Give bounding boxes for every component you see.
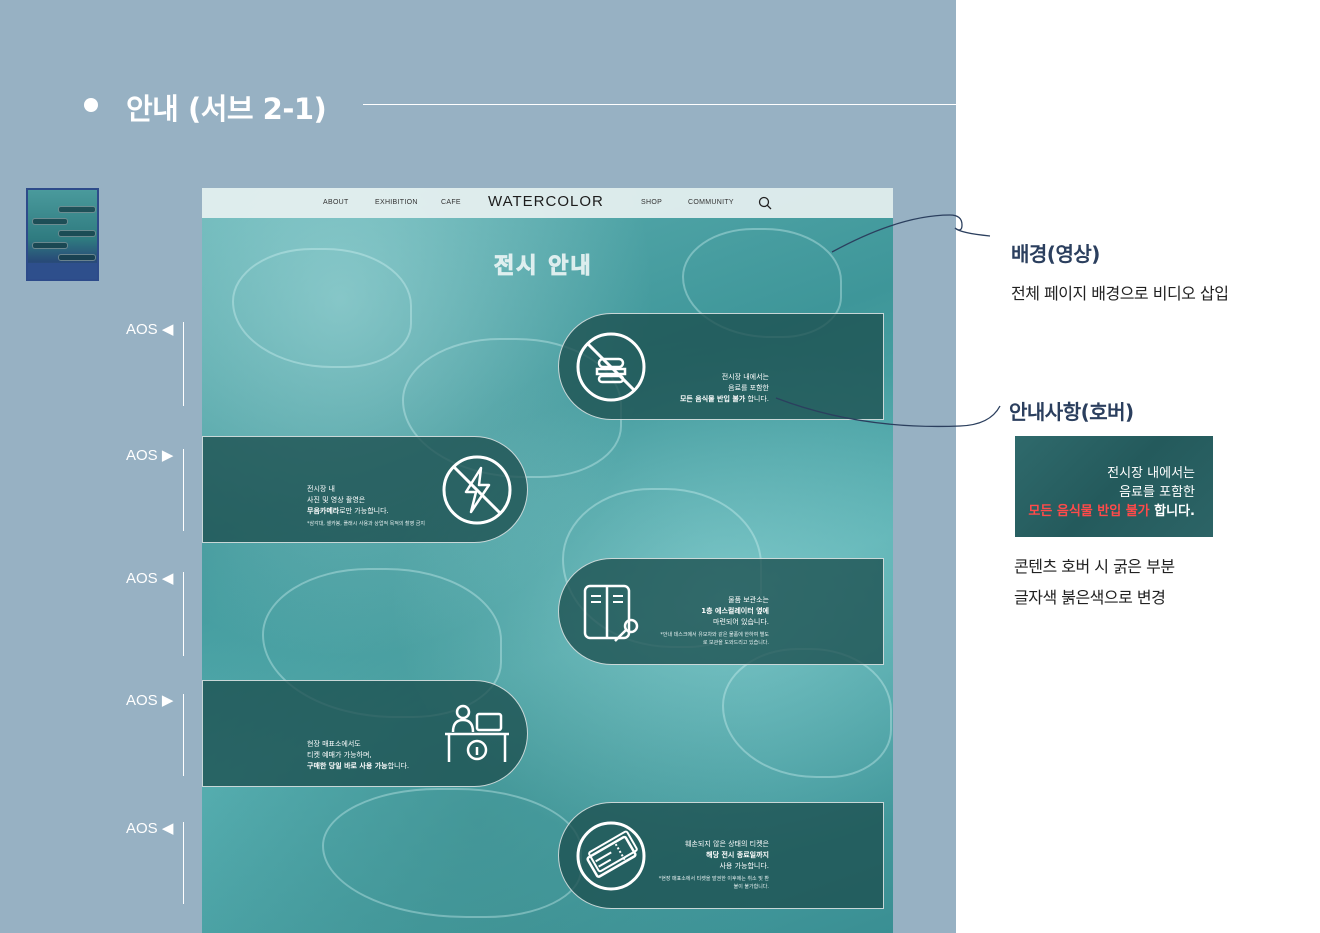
- nav-community[interactable]: COMMUNITY: [688, 199, 734, 206]
- nav-bar: ABOUT EXHIBITION CAFE WATERCOLOR SHOP CO…: [202, 188, 893, 218]
- section-bullet: [84, 98, 98, 112]
- card1-tail: 합니다.: [745, 395, 769, 403]
- page-mockup: ABOUT EXHIBITION CAFE WATERCOLOR SHOP CO…: [202, 188, 893, 933]
- info-card-no-flash[interactable]: 전시장 내 사진 및 영상 촬영은 무음카메라로만 가능합니다. *삼각대, 셀…: [202, 436, 528, 543]
- card4-tail: 합니다.: [387, 762, 410, 770]
- aos-line-4: [183, 694, 184, 776]
- info-card-locker[interactable]: 물품 보관소는 1층 에스컬레이터 옆에 마련되어 있습니다. *안내 데스크에…: [558, 558, 884, 665]
- aos-label-4: AOS ▶: [126, 692, 174, 709]
- nav-cafe[interactable]: CAFE: [441, 199, 461, 206]
- aos-label-5: AOS ◀: [126, 820, 174, 837]
- aos-line-5: [183, 822, 184, 904]
- card2-note: *삼각대, 셀카봉, 플래시 사용과 상업적 목적의 촬영 금지: [307, 521, 426, 527]
- info-card-ticket-office[interactable]: 현장 매표소에서도 티켓 예매가 가능하며, 구매한 당일 바로 사용 가능합니…: [202, 680, 528, 787]
- ticket-office-icon: [445, 704, 509, 762]
- card4-line1: 현장 매표소에서도: [307, 740, 361, 748]
- hover-preview-line1: 전시장 내에서는: [1107, 466, 1195, 481]
- card4-line2: 티켓 예매가 가능하며,: [307, 751, 372, 759]
- hover-preview-red: 모든 음식물 반입 불가: [1028, 504, 1150, 519]
- card3-note: *안내 데스크에서 유모차와 같은 물품에 한하여 별도로 보관을 도와드리고 …: [660, 632, 769, 646]
- page-thumbnail[interactable]: [26, 188, 99, 281]
- card2-bold: 무음카메라: [307, 507, 340, 515]
- nav-shop[interactable]: SHOP: [641, 199, 662, 206]
- aos-line-3: [183, 572, 184, 656]
- nav-exhibition[interactable]: EXHIBITION: [375, 199, 418, 206]
- title-divider: [363, 104, 956, 105]
- info-card-ticket[interactable]: 훼손되지 않은 상태의 티켓은 해당 전시 종료일까지 사용 가능합니다. *현…: [558, 802, 884, 909]
- logo[interactable]: WATERCOLOR: [488, 193, 604, 210]
- annotation-background-desc: 전체 페이지 배경으로 비디오 삽입: [1011, 284, 1229, 303]
- annotation-hover-desc1: 콘텐츠 호버 시 굵은 부분: [1014, 557, 1175, 576]
- page-heading: 전시 안내: [494, 254, 593, 280]
- card2-line1: 전시장 내: [307, 485, 335, 493]
- card5-note: *현장 매표소에서 티켓을 발권한 이후에는 취소 및 환불이 불가합니다.: [658, 876, 769, 890]
- card4-bold: 구매한 당일 바로 사용 가능: [307, 762, 388, 770]
- card5-line3: 사용 가능합니다.: [719, 862, 769, 870]
- aos-label-2: AOS ▶: [126, 447, 174, 464]
- card2-line2: 사진 및 영상 촬영은: [307, 496, 366, 504]
- card1-line2: 음료를 포함한: [728, 384, 769, 392]
- no-flash-icon: [442, 455, 512, 525]
- hover-preview-line2: 음료를 포함한: [1119, 485, 1195, 500]
- annotation-hover-title: 안내사항(호버): [1009, 400, 1134, 424]
- nav-about[interactable]: ABOUT: [323, 199, 349, 206]
- ticket-icon: [576, 821, 646, 891]
- annotation-background-title: 배경(영상): [1011, 242, 1100, 266]
- search-icon[interactable]: [758, 196, 772, 210]
- card3-line3: 마련되어 있습니다.: [713, 618, 769, 626]
- annotation-hover-desc2: 글자색 붉은색으로 변경: [1014, 588, 1166, 607]
- aos-line-2: [183, 449, 184, 531]
- aos-line-1: [183, 322, 184, 406]
- card1-line1: 전시장 내에서는: [721, 373, 769, 381]
- hover-preview-tail: 합니다.: [1149, 504, 1195, 519]
- info-card-no-food[interactable]: 전시장 내에서는 음료를 포함한 모든 음식물 반입 불가 합니다.: [558, 313, 884, 420]
- card3-bold: 1층 에스컬레이터 옆에: [701, 607, 769, 615]
- card2-tail: 로만 가능합니다.: [339, 507, 389, 515]
- hover-preview: 전시장 내에서는 음료를 포함한 모든 음식물 반입 불가 합니다.: [1015, 436, 1213, 537]
- card1-bold: 모든 음식물 반입 불가: [679, 395, 746, 403]
- card3-line1: 물품 보관소는: [728, 596, 769, 604]
- no-food-icon: [576, 332, 646, 402]
- card5-bold: 해당 전시 종료일까지: [706, 851, 769, 859]
- section-title: 안내 (서브 2-1): [126, 92, 327, 126]
- locker-key-icon: [583, 584, 639, 642]
- aos-label-3: AOS ◀: [126, 570, 174, 587]
- card5-line1: 훼손되지 않은 상태의 티켓은: [685, 840, 769, 848]
- aos-label-1: AOS ◀: [126, 321, 174, 338]
